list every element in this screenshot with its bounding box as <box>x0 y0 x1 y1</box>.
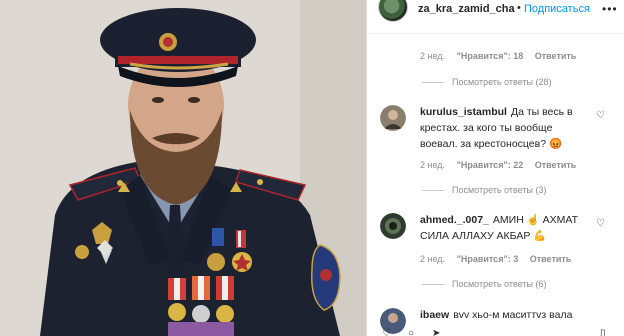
replies-line <box>422 189 444 191</box>
reply-button[interactable]: Ответить <box>530 254 572 264</box>
comment-body: вvv хьо-м маситтvз вала <box>453 309 573 321</box>
comments-panel: za_kra_zamid_chala • Подписаться ••• 2 н… <box>368 0 624 336</box>
post-header: za_kra_zamid_chala • Подписаться ••• <box>368 0 624 34</box>
comment-meta: 2 нед. "Нравится": 22 Ответить <box>420 160 585 170</box>
commenter-username[interactable]: kurulus_istambul <box>420 106 507 118</box>
comment-text: ahmed._.007_ АМИН ☝️ АХМАТ СИЛА АЛЛАХУ АК… <box>420 212 592 244</box>
officer-portrait-image <box>0 0 366 336</box>
view-replies-label: Посмотреть ответы (6) <box>452 279 547 289</box>
reply-button[interactable]: Ответить <box>535 51 577 61</box>
like-heart-icon[interactable]: ♡ <box>596 110 605 121</box>
comment-likes[interactable]: "Нравится": 3 <box>457 254 519 264</box>
comment-time: 2 нед. <box>420 51 446 61</box>
separator-dot: • <box>517 2 521 14</box>
view-replies-button[interactable]: Посмотреть ответы (28) <box>422 77 552 87</box>
commenter-avatar[interactable] <box>380 105 406 131</box>
author-username[interactable]: za_kra_zamid_chala <box>418 3 515 15</box>
comment-time: 2 нед. <box>420 160 446 170</box>
share-icon[interactable]: ➤ <box>432 328 440 336</box>
view-replies-button[interactable]: Посмотреть ответы (3) <box>422 185 547 195</box>
comment-text: kurulus_istambul Да ты весь в крестах. за… <box>420 104 592 152</box>
follow-button[interactable]: Подписаться <box>524 3 590 15</box>
view-replies-button[interactable]: Посмотреть ответы (6) <box>422 279 547 289</box>
view-replies-label: Посмотреть ответы (28) <box>452 77 552 87</box>
comment-likes[interactable]: "Нравится": 18 <box>457 51 524 61</box>
commenter-username[interactable]: ibaew <box>420 309 449 321</box>
replies-line <box>422 283 444 285</box>
replies-line <box>422 81 444 83</box>
comment-meta: 2 нед. "Нравится": 18 Ответить <box>420 51 585 61</box>
action-bar: ♡ ○ ➤ ▯ <box>368 328 624 336</box>
reply-button[interactable]: Ответить <box>535 160 577 170</box>
heart-icon[interactable]: ♡ <box>382 328 391 336</box>
comment-text: ibaew вvv хьо-м маситтvз вала <box>420 307 592 323</box>
view-replies-label: Посмотреть ответы (3) <box>452 185 547 195</box>
author-avatar[interactable] <box>378 0 408 22</box>
more-options-icon[interactable]: ••• <box>602 2 618 16</box>
post-photo[interactable] <box>0 0 367 336</box>
bookmark-icon[interactable]: ▯ <box>600 328 606 336</box>
commenter-avatar[interactable] <box>380 213 406 239</box>
comment-time: 2 нед. <box>420 254 446 264</box>
commenter-username[interactable]: ahmed._.007_ <box>420 214 489 226</box>
comment-icon[interactable]: ○ <box>408 328 414 336</box>
comment-likes[interactable]: "Нравится": 22 <box>457 160 524 170</box>
like-heart-icon[interactable]: ♡ <box>596 218 605 229</box>
comment-meta: 2 нед. "Нравится": 3 Ответить <box>420 254 580 264</box>
